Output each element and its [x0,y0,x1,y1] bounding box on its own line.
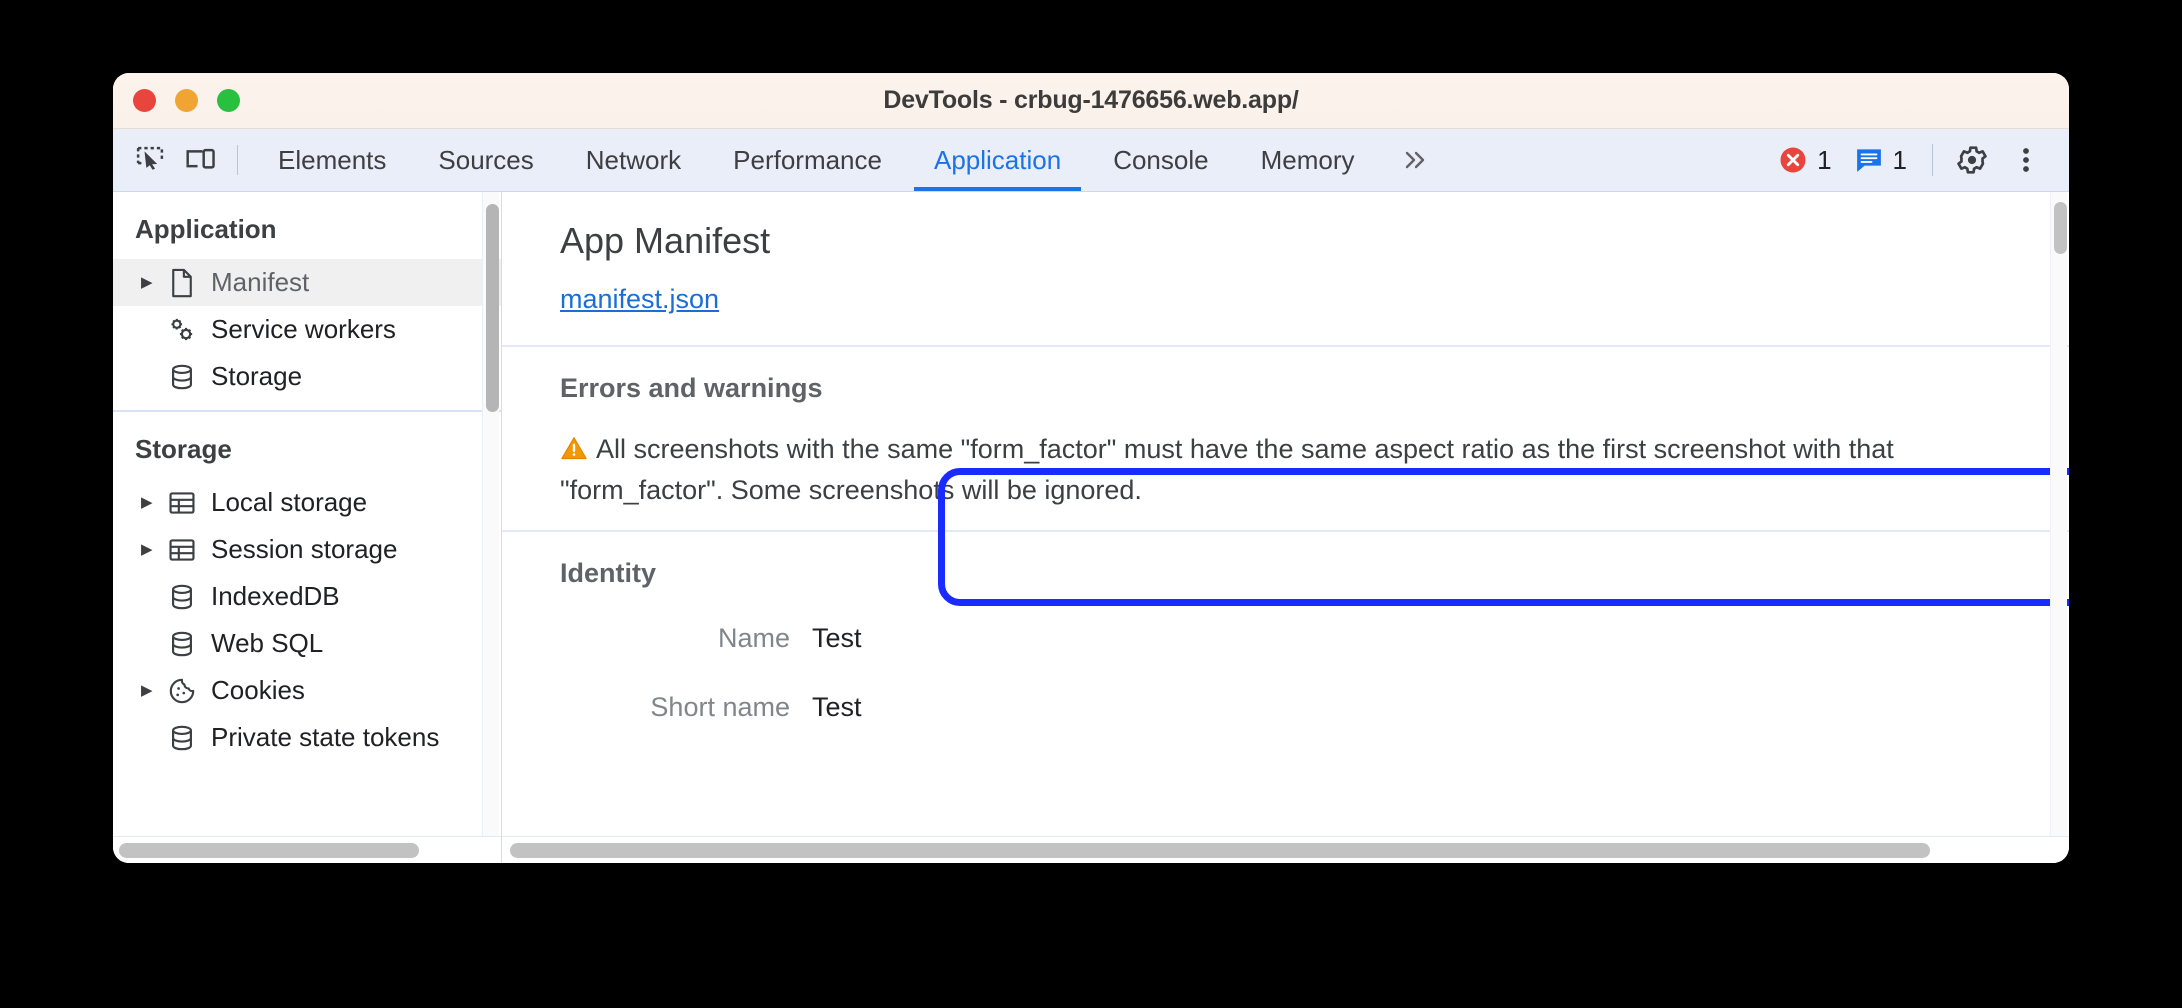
errors-and-warnings-section: Errors and warnings All screenshots with… [502,347,2069,530]
sidebar-item-label: Storage [211,361,303,391]
error-circle-icon [1780,147,1806,173]
tab-label: Elements [278,144,387,175]
table-icon [163,490,201,516]
gear-icon[interactable] [1949,137,1995,183]
sidebar-item-local-storage[interactable]: ▶ Local storage [113,479,501,526]
sidebar-scroll-thumb[interactable] [486,204,499,412]
error-counter[interactable]: 1 [1769,145,1840,176]
chevron-right-icon[interactable]: ▶ [141,495,163,510]
tab-console[interactable]: Console [1087,129,1234,191]
maximize-window-button[interactable] [217,89,240,112]
tab-label: Application [933,144,1062,175]
tab-application[interactable]: Application [908,129,1087,191]
sidebar-section-storage: Storage [135,434,232,464]
sidebar-item-service-workers[interactable]: ▶ Service work [113,306,501,353]
devtools-toolbar: Elements Sources Network Performance App… [113,129,2069,192]
tab-sources[interactable]: Sources [412,129,559,191]
sidebar-item-label: Web SQL [211,628,324,658]
manifest-header: App Manifest manifest.json [502,192,2069,345]
main-vertical-scrollbar[interactable] [2050,192,2067,863]
tab-label: Console [1113,144,1209,175]
screen: DevTools - crbug-1476656.web.app/ Elemen… [0,0,2182,1008]
identity-label: Short name [650,691,790,722]
identity-value: Test [812,622,862,653]
toolbar-divider [237,145,238,175]
tab-memory[interactable]: Memory [1235,129,1381,191]
manifest-json-link[interactable]: manifest.json [560,284,719,315]
database-icon [163,583,201,611]
devtools-body: Application ▶ Manifest ▶ [113,192,2069,863]
sidebar-hscroll-thumb[interactable] [119,843,419,858]
main-scroll-thumb[interactable] [2054,202,2067,254]
errors-message-row: All screenshots with the same "form_fact… [560,430,1950,510]
sidebar-item-web-sql[interactable]: ▶ Web SQL [113,620,501,667]
tab-elements[interactable]: Elements [252,129,412,191]
message-count: 1 [1892,144,1907,175]
tab-label: Performance [733,144,882,175]
tab-label: Sources [438,144,534,175]
chevron-right-icon[interactable]: ▶ [141,542,163,557]
sidebar-section-application: Application [135,214,277,244]
page-title: App Manifest [560,220,771,261]
inspect-element-icon[interactable] [127,137,173,183]
toolbar-divider-2 [1932,144,1933,176]
identity-heading: Identity [560,557,657,588]
toolbar-status-area: 1 1 [1769,129,2053,191]
main-hscroll-thumb[interactable] [510,843,1930,858]
identity-value: Test [812,691,862,722]
close-window-button[interactable] [133,89,156,112]
more-tabs-icon[interactable] [1381,129,1447,191]
sidebar-horizontal-scrollbar[interactable] [113,836,501,863]
identity-row-name: Name Test [560,623,2069,654]
tab-network[interactable]: Network [560,129,707,191]
kebab-menu-icon[interactable] [2003,137,2049,183]
message-counter[interactable]: 1 [1845,145,1916,176]
window-controls [133,89,240,112]
panel-tabs: Elements Sources Network Performance App… [252,129,1447,191]
warning-triangle-icon [560,433,588,471]
sidebar-item-label: Private state tokens [211,722,440,752]
identity-section: Identity Name Test Short name Test [502,532,2069,723]
sidebar-item-storage[interactable]: ▶ Storage [113,353,501,400]
window-title: DevTools - crbug-1476656.web.app/ [883,86,1299,114]
sidebar-item-session-storage[interactable]: ▶ Session storage [113,526,501,573]
sidebar-item-label: Manifest [211,267,310,297]
document-icon [163,268,201,298]
errors-message-text: All screenshots with the same "form_fact… [560,434,1894,506]
errors-heading: Errors and warnings [560,373,823,403]
sidebar-item-label: Local storage [211,487,368,517]
service-worker-gears-icon [163,315,201,345]
identity-label: Name [717,622,790,653]
sidebar-item-indexeddb[interactable]: ▶ IndexedDB [113,573,501,620]
main-horizontal-scrollbar[interactable] [502,836,2069,863]
cookie-icon [163,677,201,705]
sidebar-item-manifest[interactable]: ▶ Manifest [113,259,501,306]
manifest-panel: App Manifest manifest.json Errors and wa… [502,192,2069,863]
chevron-right-icon[interactable]: ▶ [141,275,163,290]
sidebar-item-label: Session storage [211,534,398,564]
database-icon [163,724,201,752]
sidebar-item-label: Service workers [211,314,396,344]
tab-performance[interactable]: Performance [707,129,908,191]
chevron-right-icon[interactable]: ▶ [141,683,163,698]
message-bubble-icon [1856,149,1881,172]
sidebar-vertical-scrollbar[interactable] [482,192,499,863]
identity-row-short-name: Short name Test [560,692,2069,723]
sidebar-item-cookies[interactable]: ▶ Cookies [113,667,501,714]
error-count: 1 [1817,144,1832,175]
sidebar-item-label: Cookies [211,675,305,705]
tab-label: Network [585,144,682,175]
database-icon [163,630,201,658]
application-sidebar: Application ▶ Manifest ▶ [113,192,502,863]
window-titlebar: DevTools - crbug-1476656.web.app/ [113,73,2069,129]
table-icon [163,537,201,563]
device-toolbar-icon[interactable] [177,137,223,183]
minimize-window-button[interactable] [175,89,198,112]
sidebar-item-label: IndexedDB [211,581,340,611]
sidebar-item-private-state-tokens[interactable]: ▶ Private state tokens [113,714,501,761]
tab-label: Memory [1260,144,1355,175]
database-icon [163,363,201,391]
devtools-window: DevTools - crbug-1476656.web.app/ Elemen… [113,73,2069,863]
